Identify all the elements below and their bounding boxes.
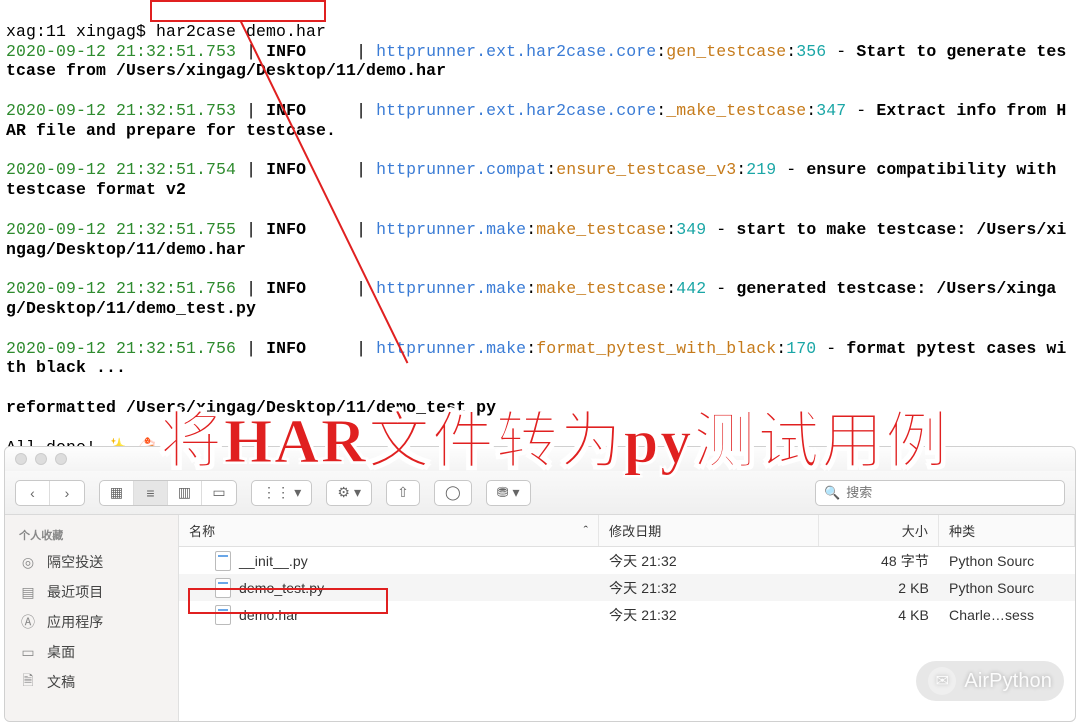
gallery-view-button[interactable]: ▭ [202,481,236,505]
column-header-name[interactable]: 名称ˆ [179,515,599,546]
share-icon: ⇧ [387,481,419,505]
share-button[interactable]: ⇧ [386,480,420,506]
sidebar-item-documents[interactable]: 🗎 文稿 [5,667,178,697]
file-name: demo.har [239,607,299,623]
search-input[interactable] [846,485,1056,500]
sidebar-item-label: 最近项目 [47,582,103,602]
desktop-icon: ▭ [19,643,37,661]
file-date: 今天 21:32 [599,605,819,625]
forward-button[interactable]: › [50,481,84,505]
sort-indicator-icon: ˆ [584,523,588,538]
log-line: 2020-09-12 21:32:51.753 | INFO | httprun… [6,101,1074,141]
python-file-icon [215,551,231,571]
arrange-group[interactable]: ⋮⋮ ▾ [251,480,312,506]
reformatted-line: reformatted /Users/xingag/Desktop/11/dem… [6,398,1074,418]
python-file-icon [215,578,231,598]
file-row[interactable]: demo_test.py 今天 21:32 2 KB Python Sourc [179,574,1075,601]
icon-view-button[interactable]: ▦ [100,481,134,505]
gear-icon: ⚙ ▾ [327,481,371,505]
sidebar-item-label: 桌面 [47,642,75,662]
applications-icon: Ⓐ [19,613,37,631]
sidebar-item-applications[interactable]: Ⓐ 应用程序 [5,607,178,637]
airdrop-icon: ◎ [19,553,37,571]
action-group[interactable]: ⚙ ▾ [326,480,372,506]
file-date: 今天 21:32 [599,578,819,598]
dropbox-group[interactable]: ⛃ ▾ [486,480,531,506]
log-line: 2020-09-12 21:32:51.755 | INFO | httprun… [6,220,1074,260]
back-button[interactable]: ‹ [16,481,50,505]
file-date: 今天 21:32 [599,551,819,571]
tag-icon: ◯ [435,481,471,505]
sidebar-item-airdrop[interactable]: ◎ 隔空投送 [5,547,178,577]
log-line: 2020-09-12 21:32:51.753 | INFO | httprun… [6,42,1074,82]
finder-sidebar: 个人收藏 ◎ 隔空投送 ▤ 最近项目 Ⓐ 应用程序 ▭ 桌面 🗎 文稿 [5,515,179,721]
traffic-minimize-icon[interactable] [35,453,47,465]
sidebar-item-label: 应用程序 [47,612,103,632]
file-row[interactable]: demo.har 今天 21:32 4 KB Charle…sess [179,601,1075,628]
file-kind: Python Sourc [939,580,1075,596]
file-kind: Charle…sess [939,607,1075,623]
file-size: 48 字节 [819,551,939,571]
file-row[interactable]: __init__.py 今天 21:32 48 字节 Python Sourc [179,547,1075,574]
log-line: 2020-09-12 21:32:51.756 | INFO | httprun… [6,339,1074,379]
har-file-icon [215,605,231,625]
tag-button[interactable]: ◯ [434,480,472,506]
sidebar-item-desktop[interactable]: ▭ 桌面 [5,637,178,667]
column-header-date[interactable]: 修改日期 [599,515,819,546]
prompt-1: xag:11 xingag$ [6,22,156,41]
sidebar-item-label: 隔空投送 [47,552,103,572]
finder-titlebar [5,447,1075,471]
log-line: 2020-09-12 21:32:51.756 | INFO | httprun… [6,279,1074,319]
arrange-icon: ⋮⋮ ▾ [252,481,311,505]
traffic-zoom-icon[interactable] [55,453,67,465]
list-view-button[interactable]: ≡ [134,481,168,505]
finder-window: ‹ › ▦ ≡ ▥ ▭ ⋮⋮ ▾ ⚙ ▾ ⇧ ◯ ⛃ ▾ 🔍 个人收 [4,446,1076,722]
dropbox-icon: ⛃ ▾ [487,481,530,505]
search-field[interactable]: 🔍 [815,480,1065,506]
search-icon: 🔍 [824,485,840,501]
recents-icon: ▤ [19,583,37,601]
sidebar-header-favorites: 个人收藏 [5,523,178,547]
command-1: har2case demo.har [156,22,326,41]
column-header-kind[interactable]: 种类 [939,515,1075,546]
sidebar-item-label: 文稿 [47,672,75,692]
column-header-size[interactable]: 大小 [819,515,939,546]
nav-group: ‹ › [15,480,85,506]
log-line: 2020-09-12 21:32:51.754 | INFO | httprun… [6,160,1074,200]
finder-toolbar: ‹ › ▦ ≡ ▥ ▭ ⋮⋮ ▾ ⚙ ▾ ⇧ ◯ ⛃ ▾ 🔍 [5,471,1075,515]
column-headers: 名称ˆ 修改日期 大小 种类 [179,515,1075,547]
file-name: demo_test.py [239,580,324,596]
view-group: ▦ ≡ ▥ ▭ [99,480,237,506]
file-list-pane: 名称ˆ 修改日期 大小 种类 __init__.py 今天 21:32 48 字… [179,515,1075,721]
file-size: 4 KB [819,607,939,623]
file-size: 2 KB [819,580,939,596]
documents-icon: 🗎 [19,673,37,691]
file-kind: Python Sourc [939,553,1075,569]
sidebar-item-recents[interactable]: ▤ 最近项目 [5,577,178,607]
file-name: __init__.py [239,553,308,569]
traffic-close-icon[interactable] [15,453,27,465]
column-view-button[interactable]: ▥ [168,481,202,505]
